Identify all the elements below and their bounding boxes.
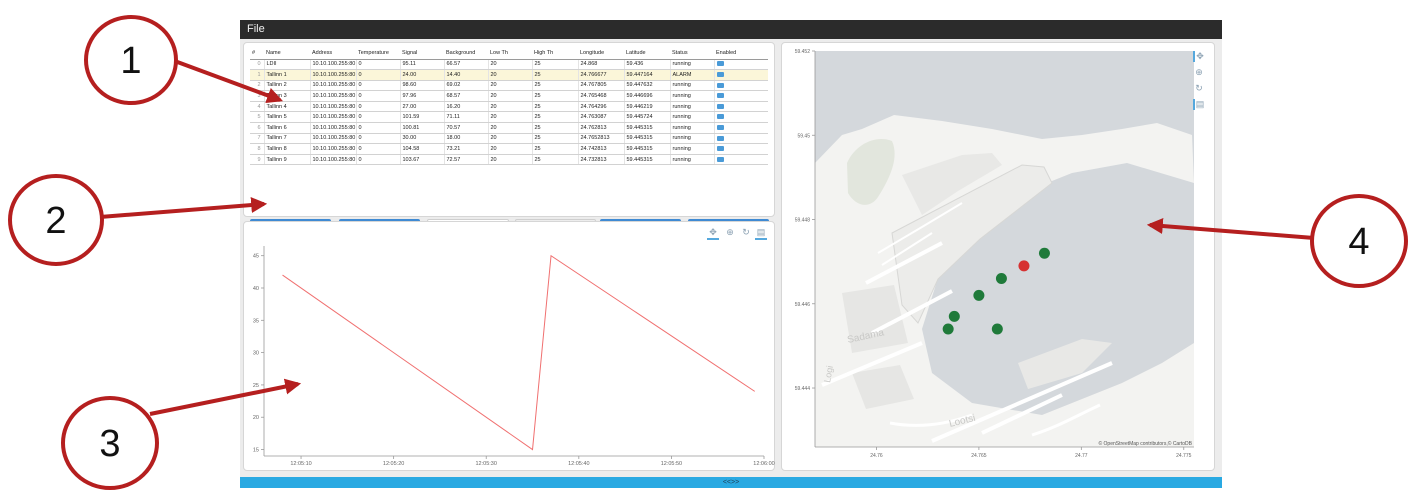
callout-arrow (171, 58, 284, 104)
callout-number: 2 (45, 200, 66, 242)
callout-number: 4 (1348, 221, 1369, 263)
callout-number: 3 (99, 423, 120, 465)
callout-arrow (149, 378, 302, 416)
callout-3: 3 (61, 378, 302, 490)
callout-arrow (1146, 218, 1315, 240)
callout-arrow (99, 197, 268, 219)
callout-1: 1 (84, 15, 284, 105)
callout-number: 1 (120, 40, 141, 82)
callout-4: 4 (1146, 194, 1408, 288)
callout-layer: 1 2 3 4 (8, 15, 1408, 490)
callout-2: 2 (8, 174, 268, 266)
